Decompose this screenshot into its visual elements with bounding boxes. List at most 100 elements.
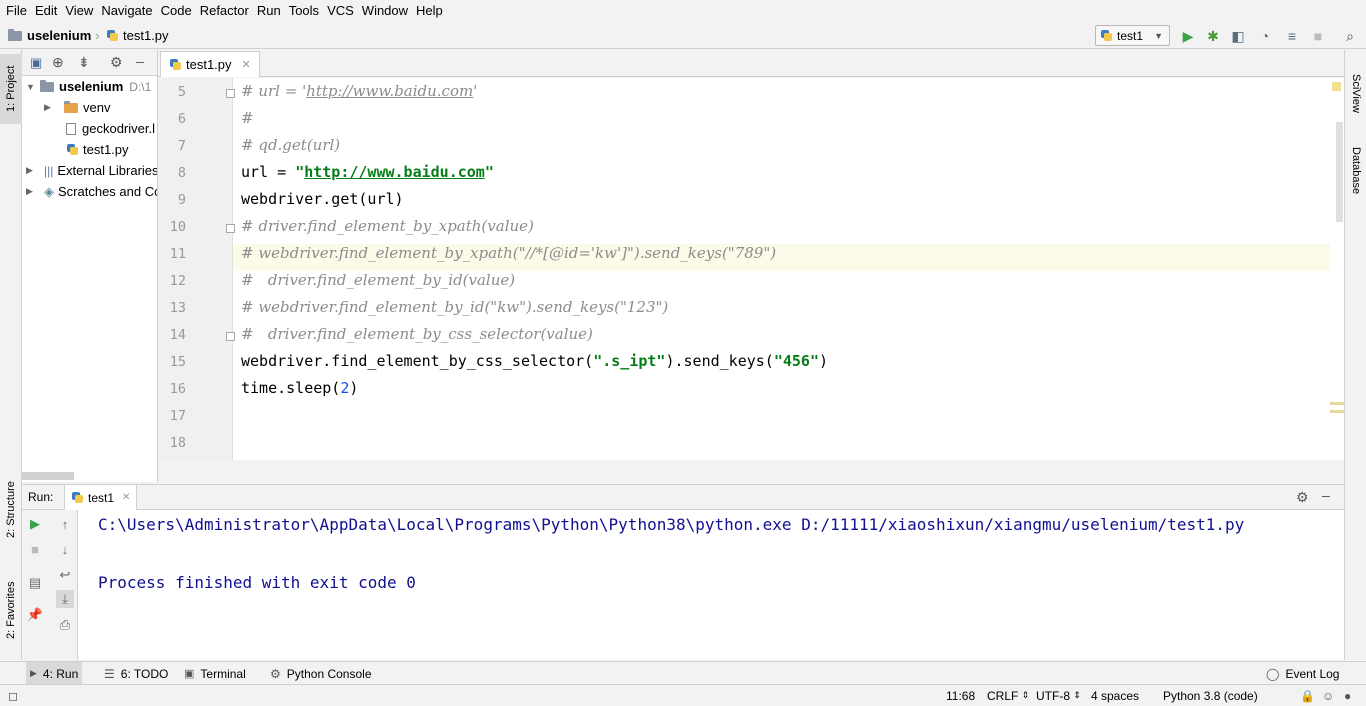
tree-item-geckodriver[interactable]: geckodriver.l (66, 118, 155, 139)
folder-icon (40, 79, 54, 92)
menu-navigate[interactable]: Navigate (97, 0, 156, 22)
tree-item-external-libraries[interactable]: ▶ ||| External Libraries (26, 160, 157, 181)
inspector-icon[interactable]: ☺ (1322, 685, 1334, 706)
line-number: 11 (169, 246, 186, 262)
pin-icon[interactable]: 📌 (26, 606, 44, 624)
tab-test1[interactable]: test1.py ✕ (160, 51, 260, 77)
run-icon[interactable]: ▶ (1179, 27, 1197, 45)
library-icon: ||| (44, 163, 54, 178)
vertical-scrollbar[interactable] (1336, 122, 1343, 222)
caret-position[interactable]: 11:68 (946, 685, 975, 706)
fold-marker-icon[interactable] (226, 332, 235, 341)
console-line: Process finished with exit code 0 (98, 573, 416, 592)
code-line: # driver.find_element_by_xpath(value) (241, 217, 534, 235)
console-line: C:\Users\Administrator\AppData\Local\Pro… (98, 515, 1245, 534)
coverage-icon[interactable]: ◧ (1229, 27, 1247, 45)
debug-icon[interactable]: ✱ (1204, 27, 1222, 45)
breadcrumb-project[interactable]: uselenium › (8, 22, 100, 49)
menu-tools[interactable]: Tools (285, 0, 323, 22)
code-editor[interactable]: 5 6 7 8 9 10 11 12 13 14 15 16 17 18 # url = 'http://… (158, 78, 1344, 460)
menu-file[interactable]: File (2, 0, 31, 22)
terminal-tool-button[interactable]: ▣ Terminal (180, 662, 250, 685)
layout-icon[interactable]: ▤ (26, 574, 44, 592)
run-configuration-select[interactable]: test1 ▼ (1095, 25, 1170, 46)
indent-setting[interactable]: 4 spaces (1091, 685, 1139, 706)
horizontal-scrollbar[interactable] (22, 472, 74, 480)
menu-run[interactable]: Run (253, 0, 285, 22)
sciview-tool-tab[interactable]: SciView (1345, 62, 1366, 124)
profile-icon[interactable]: ◔ (1256, 27, 1274, 45)
line-number: 12 (169, 273, 186, 289)
line-number: 14 (169, 327, 186, 343)
run-toolbar: ▶ ↑ ■ ↓ ↩ ▤ ⤓ 📌 ⎙ (22, 510, 78, 660)
code-token: ) (818, 352, 829, 370)
code-token: time.sleep( (241, 379, 341, 397)
run-tab-test1[interactable]: test1 ✕ (64, 485, 138, 510)
code-token: ' (473, 82, 478, 100)
line-number-gutter: 5 6 7 8 9 10 11 12 13 14 15 16 17 18 (158, 78, 235, 460)
project-tool-tab[interactable]: 1: Project (0, 54, 22, 124)
close-icon[interactable]: ✕ (242, 58, 251, 71)
menu-code[interactable]: Code (157, 0, 196, 22)
print-icon[interactable]: ⎙ (56, 616, 74, 634)
code-token: " (295, 163, 305, 181)
soft-wrap-icon[interactable]: ↩ (56, 566, 74, 584)
stripe-mark[interactable] (1330, 410, 1344, 413)
code-token: # webdriver.find_element_by_xpath("//*[@… (241, 244, 777, 262)
tree-item-scratches[interactable]: ▶ ◈ Scratches and Co (26, 181, 157, 202)
python-file-icon (71, 491, 84, 504)
python-console-tool-button[interactable]: ⚙ Python Console (266, 662, 376, 685)
run-tool-button[interactable]: ▶ 4: Run (26, 662, 83, 685)
concurrency-icon[interactable]: ≡ (1283, 27, 1301, 45)
gear-icon[interactable]: ⚙ (1296, 489, 1309, 506)
line-separator[interactable]: CRLF ⇕ (987, 685, 1029, 706)
menu-window[interactable]: Window (358, 0, 412, 22)
project-view-icon[interactable]: ▣ (30, 55, 42, 71)
run-console[interactable]: C:\Users\Administrator\AppData\Local\Pro… (78, 510, 1344, 660)
menu-edit[interactable]: Edit (31, 0, 61, 22)
structure-tool-tab[interactable]: 2: Structure (0, 470, 22, 550)
tree-root[interactable]: ▼ uselenium D:\1 (26, 76, 151, 97)
python-file-icon (106, 29, 119, 42)
fold-marker-icon[interactable] (226, 224, 235, 233)
up-arrow-icon[interactable]: ↑ (56, 515, 74, 533)
minimize-icon[interactable]: – (136, 53, 144, 69)
file-encoding[interactable]: UTF-8 ⇕ (1036, 685, 1081, 706)
folder-icon (64, 100, 78, 113)
code-line: # url = 'http://www.baidu.com' (241, 82, 477, 100)
inspection-icon[interactable] (1332, 82, 1341, 91)
menu-view[interactable]: View (61, 0, 97, 22)
minimize-icon[interactable]: – (1322, 487, 1330, 503)
search-icon[interactable]: ⌕ (1341, 27, 1359, 45)
stop-icon[interactable]: ■ (26, 540, 44, 558)
menu-refactor[interactable]: Refactor (196, 0, 253, 22)
stripe-mark[interactable] (1330, 402, 1344, 405)
notifications-icon[interactable]: ● (1344, 685, 1351, 706)
code-token: " (484, 163, 494, 181)
todo-tool-button[interactable]: ☰ 6: TODO (100, 662, 172, 685)
down-arrow-icon[interactable]: ↓ (56, 540, 74, 558)
python-file-icon (1100, 29, 1113, 42)
tree-item-test1[interactable]: test1.py (66, 139, 129, 160)
python-interpreter[interactable]: Python 3.8 (code) (1163, 685, 1258, 706)
event-log-tool-button[interactable]: ◯ Event Log (1262, 662, 1343, 685)
rerun-icon[interactable]: ▶ (26, 515, 44, 533)
locate-icon[interactable]: ⊕ (52, 54, 64, 71)
database-tool-tab[interactable]: Database (1345, 136, 1366, 206)
collapse-icon[interactable]: ⇟ (78, 54, 90, 71)
stop-icon[interactable]: ■ (1309, 27, 1327, 45)
line-number: 6 (177, 111, 186, 127)
lock-icon[interactable]: 🔒 (1300, 685, 1315, 706)
favorites-tool-tab[interactable]: 2: Favorites (0, 570, 22, 650)
gear-icon[interactable]: ⚙ (110, 54, 123, 71)
layout-toggle-icon[interactable]: ◻ (8, 685, 18, 706)
close-icon[interactable]: ✕ (122, 492, 130, 503)
breadcrumb-file[interactable]: test1.py (106, 22, 169, 49)
scroll-to-end-icon[interactable]: ⤓ (56, 590, 74, 608)
fold-marker-icon[interactable] (226, 89, 235, 98)
menu-vcs[interactable]: VCS (323, 0, 358, 22)
tree-item-venv[interactable]: ▶ venv (44, 97, 110, 118)
line-number: 18 (169, 435, 186, 451)
menu-help[interactable]: Help (412, 0, 447, 22)
line-number: 8 (177, 165, 186, 181)
